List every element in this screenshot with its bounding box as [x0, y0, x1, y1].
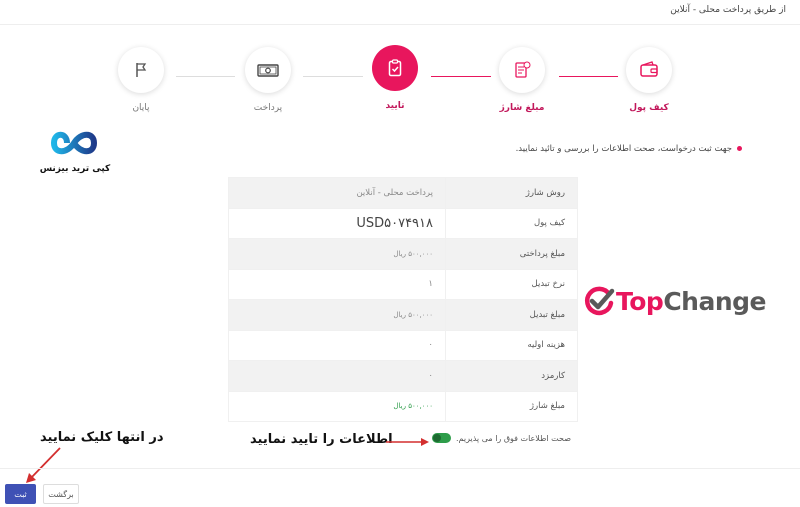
submit-button[interactable]: ثبت — [5, 484, 36, 504]
confirm-note: جهت ثبت درخواست، صحت اطلاعات را بررسی و … — [516, 144, 742, 154]
step-charge-amount: مبلغ شارژ — [497, 47, 547, 113]
table-row: نرخ تبدیل ۱ — [228, 268, 578, 300]
table-row: مبلغ شارژ ۵۰۰,۰۰۰ ریال — [228, 390, 578, 422]
table-row: کیف پول USD۵۰۷۴۹۱۸ — [228, 207, 578, 239]
step-label-wallet: کیف پول — [629, 103, 669, 113]
detail-key: کیف پول — [445, 207, 578, 239]
detail-key: مبلغ پرداختی — [445, 238, 578, 270]
banknote-icon — [257, 64, 279, 77]
detail-key: هزینه اولیه — [445, 329, 578, 361]
step-label-payment: پرداخت — [253, 103, 283, 113]
detail-key: نرخ تبدیل — [445, 268, 578, 300]
stepper-connector-4 — [176, 76, 235, 77]
detail-value: ۱ — [228, 268, 446, 300]
consent-toggle[interactable] — [432, 433, 451, 443]
step-wallet: کیف پول — [624, 47, 674, 113]
step-label-charge-amount: مبلغ شارژ — [499, 103, 545, 113]
annotation-arrow-down-left-icon — [26, 447, 61, 483]
detail-value: ۰ — [228, 329, 446, 361]
details-table: روش شارژ پرداخت محلی - آنلاین کیف پول US… — [228, 177, 578, 422]
table-row: کارمزد ۰ — [228, 360, 578, 392]
topchange-logo-part1: Top — [616, 286, 664, 316]
topchange-logo-part2: Change — [663, 286, 766, 316]
note-bullet — [737, 146, 742, 151]
clipboard-check-icon — [388, 59, 402, 77]
step-payment: پرداخت — [243, 47, 293, 113]
stepper-connector-2 — [431, 76, 491, 77]
detail-key: کارمزد — [445, 360, 578, 392]
detail-value: پرداخت محلی - آنلاین — [228, 177, 446, 209]
table-row: مبلغ پرداختی ۵۰۰,۰۰۰ ریال — [228, 238, 578, 270]
table-row: مبلغ تبدیل ۵۰۰,۰۰۰ ریال — [228, 299, 578, 331]
infinity-logo-icon — [50, 131, 98, 155]
stepper-connector-1 — [559, 76, 618, 77]
page-header-title: از طریق پرداخت محلی - آنلاین — [670, 5, 786, 15]
wallet-icon — [640, 61, 658, 77]
header-divider — [0, 24, 800, 25]
invoice-icon — [515, 61, 531, 78]
step-confirm: تایید — [370, 45, 420, 111]
back-button[interactable]: برگشت — [43, 484, 79, 504]
detail-value: ۰ — [228, 360, 446, 392]
annotation-click-end: در انتها کلیک نمایید — [40, 430, 164, 445]
consent-row: صحت اطلاعات فوق را می پذیریم. — [432, 433, 571, 443]
table-row: روش شارژ پرداخت محلی - آنلاین — [228, 177, 578, 209]
toggle-knob — [433, 434, 441, 442]
detail-value: ۵۰۰,۰۰۰ ریال — [228, 238, 446, 270]
annotation-arrow-right-icon — [386, 438, 429, 446]
consent-label: صحت اطلاعات فوق را می پذیریم. — [456, 433, 571, 443]
annotation-confirm-info: اطلاعات را تایید نمایید — [250, 432, 393, 447]
flag-icon — [136, 63, 147, 77]
checkmark-logo-icon — [584, 286, 615, 316]
table-row: هزینه اولیه ۰ — [228, 329, 578, 361]
detail-key: مبلغ تبدیل — [445, 299, 578, 331]
step-label-confirm: تایید — [385, 101, 405, 111]
detail-key: روش شارژ — [445, 177, 578, 209]
footer-divider — [0, 468, 800, 469]
confirm-note-text: جهت ثبت درخواست، صحت اطلاعات را بررسی و … — [515, 144, 732, 154]
stepper-connector-3 — [303, 76, 363, 77]
step-label-finish: پایان — [132, 103, 150, 113]
topchange-logo-text: TopChange — [616, 287, 766, 316]
copytrade-logo-name: کپی ترید بیزنس — [39, 164, 111, 174]
detail-key: مبلغ شارژ — [445, 390, 578, 422]
topchange-logo: TopChange — [582, 284, 766, 318]
detail-value: ۵۰۰,۰۰۰ ریال — [228, 299, 446, 331]
step-finish: پایان — [116, 47, 166, 113]
detail-value: ۵۰۰,۰۰۰ ریال — [228, 390, 446, 422]
detail-value: USD۵۰۷۴۹۱۸ — [228, 207, 446, 239]
copytrade-logo: کپی ترید بیزنس — [30, 122, 120, 174]
